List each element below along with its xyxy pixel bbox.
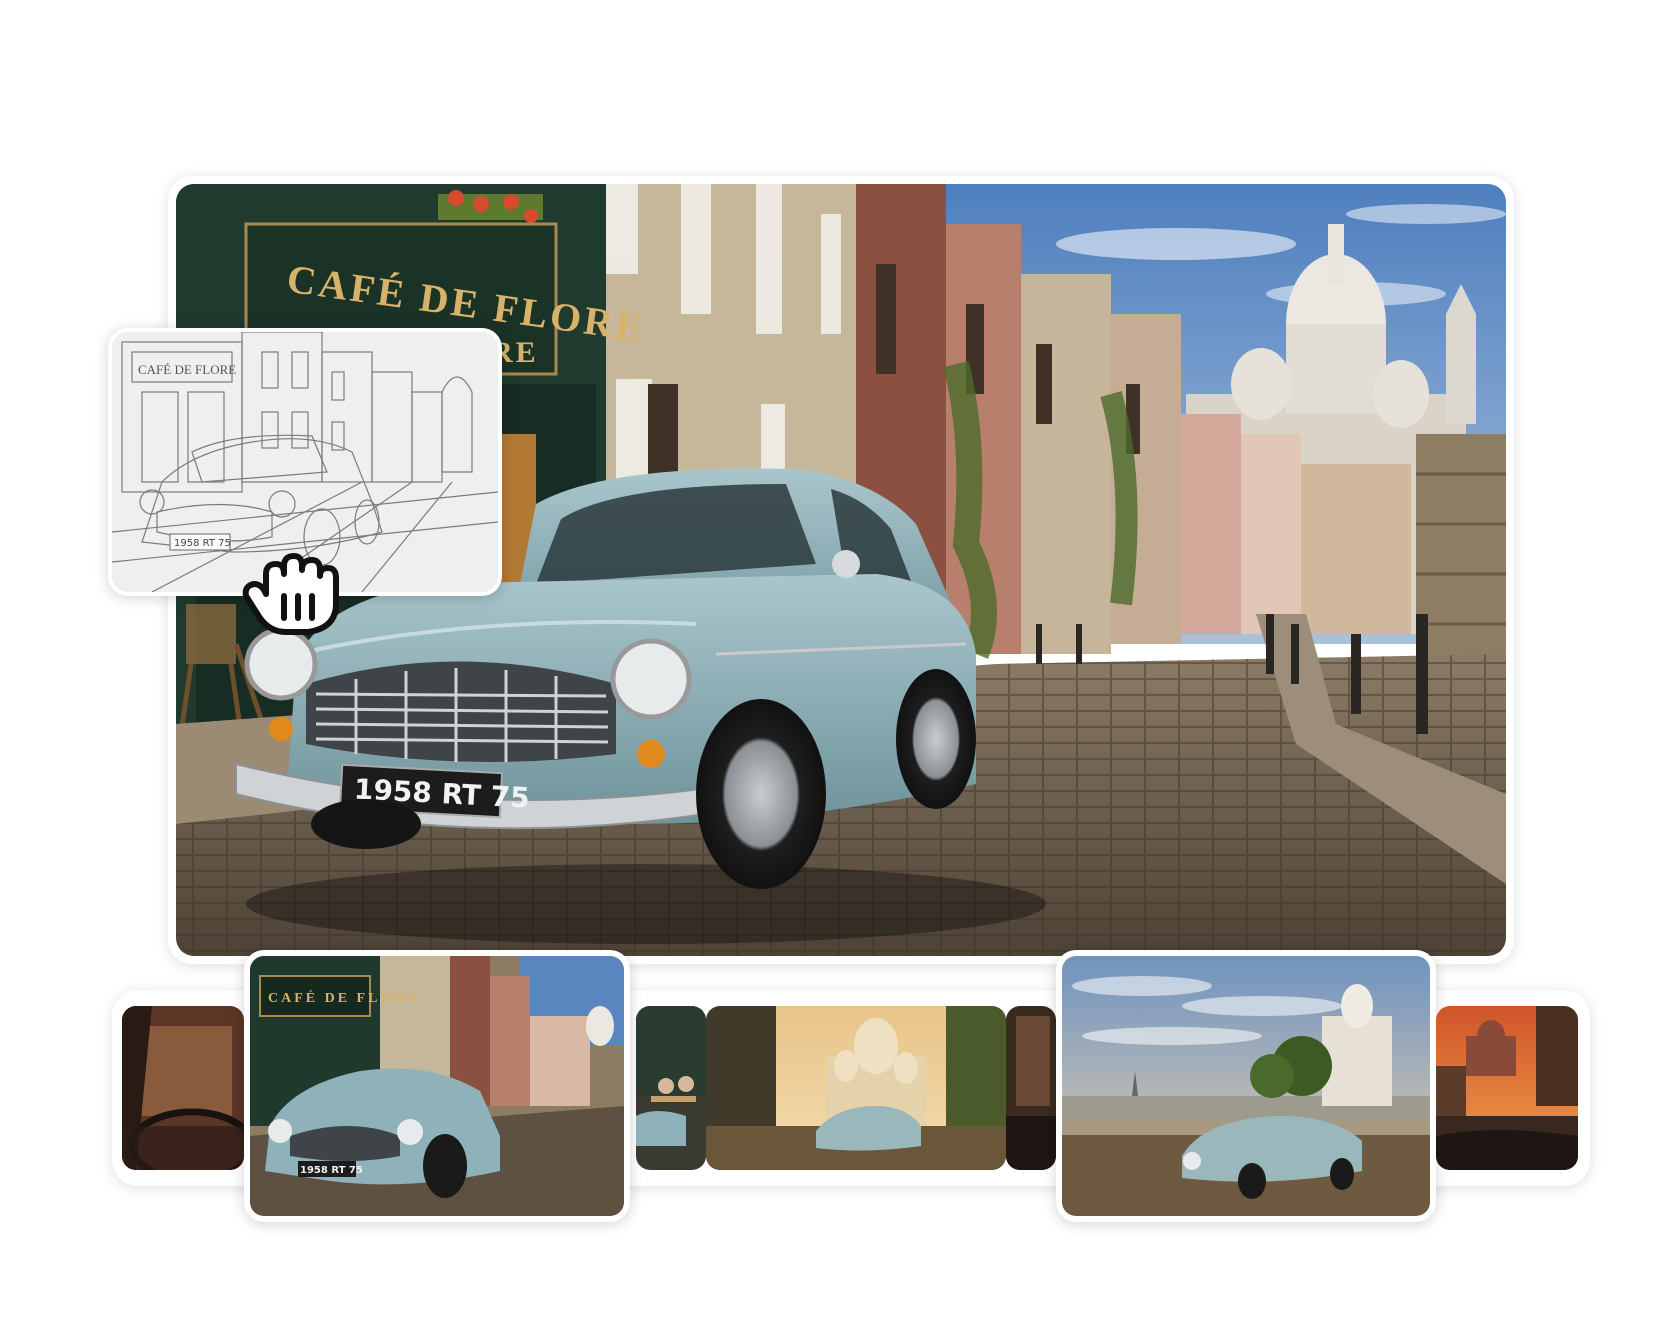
thumbnail-cafe-terrace[interactable] xyxy=(636,1006,706,1170)
thumbnail-montmartre-street: CAFÉ DE FLORE 1958 RT 75 xyxy=(250,956,624,1216)
thumbnail-sunset-street[interactable] xyxy=(1436,1006,1578,1170)
thumb-cafe-sign: CAFÉ DE FLORE xyxy=(268,989,420,1006)
thumbnail-paris-overlook xyxy=(1062,956,1430,1216)
sketch-cafe-sign: CAFÉ DE FLORE xyxy=(138,362,236,377)
thumbnail-paris-overlook-card[interactable] xyxy=(1056,950,1436,1222)
thumbnail-car-interior-dusk[interactable] xyxy=(122,1006,244,1170)
thumbnail-montmartre-street-card[interactable]: CAFÉ DE FLORE 1958 RT 75 xyxy=(244,950,630,1222)
sketch-license-plate: 1958 RT 75 xyxy=(174,538,231,549)
thumbnail-strip: CAFÉ DE FLORE 1958 RT 75 xyxy=(112,950,1590,1222)
thumbnail-car-interior-night[interactable] xyxy=(1006,1006,1056,1170)
thumbnail-sacre-coeur-golden[interactable] xyxy=(706,1006,1006,1170)
grab-hand-icon xyxy=(236,546,346,636)
thumb-license-plate: 1958 RT 75 xyxy=(300,1165,363,1176)
